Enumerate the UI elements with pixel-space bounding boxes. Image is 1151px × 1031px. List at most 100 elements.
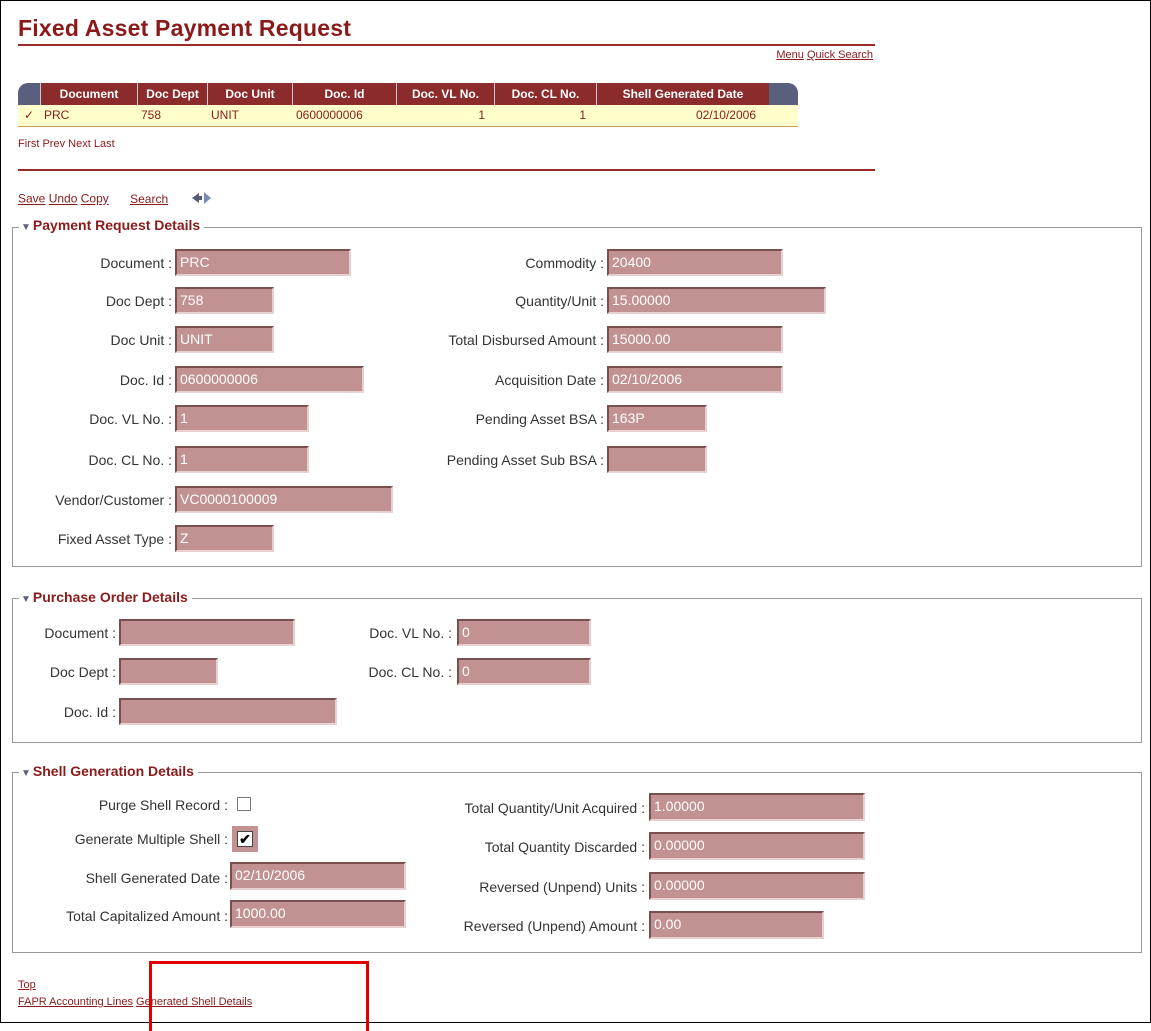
pr-quantity-unit-label: Quantity/Unit : (515, 293, 604, 309)
grid-pager: First Prev Next Last (18, 138, 115, 150)
reversed-unpend-amount-field[interactable]: 0.00 (649, 911, 824, 939)
navigate-icon[interactable] (191, 191, 213, 208)
purchase-order-legend-text: Purchase Order Details (32, 589, 188, 605)
reversed-unpend-units-field[interactable]: 0.00000 (649, 872, 865, 900)
purge-shell-record-checkbox[interactable] (237, 797, 251, 811)
grid-divider (18, 169, 875, 171)
save-link[interactable]: Save (18, 192, 45, 206)
row-selected-check-icon: ✓ (24, 108, 35, 122)
po-doc-vl-no-field[interactable]: 0 (457, 619, 591, 646)
payment-request-legend[interactable]: ▼ Payment Request Details (19, 217, 205, 233)
shell-generation-legend-text: Shell Generation Details (32, 763, 194, 779)
shell-generated-date-label: Shell Generated Date : (85, 870, 228, 886)
column-header-doc-dept[interactable]: Doc Dept (137, 83, 207, 105)
pr-doc-id-label: Doc. Id : (119, 372, 172, 388)
po-doc-cl-no-label: Doc. CL No. : (368, 664, 452, 680)
reversed-unpend-amount-label: Reversed (Unpend) Amount : (463, 918, 645, 934)
pr-total-disbursed-label: Total Disbursed Amount : (448, 332, 604, 348)
title-divider (18, 44, 875, 46)
po-doc-id-field[interactable] (119, 698, 337, 725)
payment-request-legend-text: Payment Request Details (32, 217, 201, 233)
pr-doc-cl-no-field[interactable]: 1 (175, 446, 309, 473)
total-capitalized-amount-field[interactable]: 1000.00 (230, 900, 406, 928)
menu-link[interactable]: Menu (776, 49, 804, 61)
pr-doc-cl-no-label: Doc. CL No. : (88, 452, 172, 468)
pr-doc-vl-no-field[interactable]: 1 (175, 405, 309, 432)
pr-doc-unit-label: Doc Unit : (110, 332, 172, 348)
column-header-doc-vl-no[interactable]: Doc. VL No. (396, 83, 494, 105)
quick-search-link[interactable]: Quick Search (807, 49, 873, 61)
highlight-box (149, 961, 369, 1031)
collapse-triangle-icon: ▼ (21, 594, 31, 605)
po-doc-dept-label: Doc Dept : (49, 664, 116, 680)
total-quantity-discarded-label: Total Quantity Discarded : (484, 839, 645, 855)
undo-link[interactable]: Undo (49, 192, 78, 206)
row-doc-dept: 758 (141, 108, 162, 122)
purchase-order-legend[interactable]: ▼ Purchase Order Details (19, 589, 192, 605)
pr-total-disbursed-field[interactable]: 15000.00 (607, 326, 783, 353)
shell-generated-date-field[interactable]: 02/10/2006 (230, 862, 406, 890)
pager-prev[interactable]: Prev (42, 138, 65, 150)
row-shell-date: 02/10/2006 (695, 108, 756, 122)
pr-doc-unit-field[interactable]: UNIT (175, 326, 274, 353)
collapse-triangle-icon: ▼ (21, 768, 31, 779)
row-vl-no: 1 (478, 108, 485, 122)
column-header-doc-id[interactable]: Doc. Id (292, 83, 396, 105)
row-doc-unit: UNIT (211, 108, 239, 122)
page-title: Fixed Asset Payment Request (18, 15, 352, 41)
pr-pending-asset-sub-bsa-field[interactable] (607, 446, 707, 473)
copy-link[interactable]: Copy (81, 192, 109, 206)
po-document-field[interactable] (119, 619, 295, 646)
pr-vendor-field[interactable]: VC0000100009 (175, 486, 393, 513)
purge-shell-record-label: Purge Shell Record : (98, 797, 228, 813)
column-header-document[interactable]: Document (40, 83, 137, 105)
row-cl-no: 1 (579, 108, 586, 122)
total-capitalized-amount-label: Total Capitalized Amount : (66, 908, 228, 924)
row-doc-id: 0600000006 (296, 108, 363, 122)
pr-document-field[interactable]: PRC (175, 249, 351, 276)
po-doc-id-label: Doc. Id : (63, 704, 116, 720)
pr-doc-id-field[interactable]: 0600000006 (175, 366, 364, 393)
pager-next[interactable]: Next (68, 138, 91, 150)
po-doc-dept-field[interactable] (119, 658, 218, 685)
table-row[interactable]: ✓ PRC 758 UNIT 0600000006 1 1 02/10/2006 (18, 105, 798, 127)
po-doc-cl-no-field[interactable]: 0 (457, 658, 591, 685)
row-document: PRC (44, 108, 70, 122)
pr-vendor-label: Vendor/Customer : (55, 492, 172, 508)
total-quantity-acquired-label: Total Quantity/Unit Acquired : (464, 800, 645, 816)
pr-quantity-unit-field[interactable]: 15.00000 (607, 287, 826, 314)
total-quantity-discarded-field[interactable]: 0.00000 (649, 832, 865, 860)
po-doc-vl-no-label: Doc. VL No. : (369, 625, 452, 641)
pr-doc-dept-label: Doc Dept : (105, 293, 172, 309)
pr-acquisition-date-label: Acquisition Date : (495, 372, 604, 388)
toolbar: Save Undo Copy Search (18, 191, 213, 208)
generate-multiple-shell-checkbox[interactable]: ✔ (232, 826, 258, 852)
pr-doc-dept-field[interactable]: 758 (175, 287, 274, 314)
pr-commodity-label: Commodity : (525, 255, 604, 271)
top-links: Menu Quick Search (776, 49, 873, 61)
pr-doc-vl-no-label: Doc. VL No. : (89, 411, 172, 427)
fapr-accounting-lines-link[interactable]: FAPR Accounting Lines (18, 996, 133, 1008)
pr-pending-asset-sub-bsa-label: Pending Asset Sub BSA : (446, 452, 604, 468)
checkbox-checked-icon: ✔ (237, 831, 253, 847)
generate-multiple-shell-label: Generate Multiple Shell : (74, 831, 228, 847)
pr-pending-asset-bsa-field[interactable]: 163P (607, 405, 707, 432)
total-quantity-acquired-field[interactable]: 1.00000 (649, 793, 865, 821)
column-header-doc-unit[interactable]: Doc Unit (207, 83, 292, 105)
column-header-shell-generated-date[interactable]: Shell Generated Date (596, 83, 769, 105)
top-link[interactable]: Top (18, 979, 36, 991)
pr-fixed-asset-type-label: Fixed Asset Type : (57, 531, 172, 547)
pr-acquisition-date-field[interactable]: 02/10/2006 (607, 366, 783, 393)
pr-fixed-asset-type-field[interactable]: Z (175, 525, 274, 552)
document-grid: Document Doc Dept Doc Unit Doc. Id Doc. … (18, 83, 798, 127)
po-document-label: Document : (44, 625, 116, 641)
pr-document-label: Document : (100, 255, 172, 271)
pager-last[interactable]: Last (94, 138, 115, 150)
pager-first[interactable]: First (18, 138, 39, 150)
search-link[interactable]: Search (130, 192, 168, 206)
pr-commodity-field[interactable]: 20400 (607, 249, 783, 276)
shell-generation-legend[interactable]: ▼ Shell Generation Details (19, 763, 198, 779)
column-header-doc-cl-no[interactable]: Doc. CL No. (494, 83, 596, 105)
footer-top: Top (18, 979, 36, 991)
pr-pending-asset-bsa-label: Pending Asset BSA : (475, 411, 604, 427)
